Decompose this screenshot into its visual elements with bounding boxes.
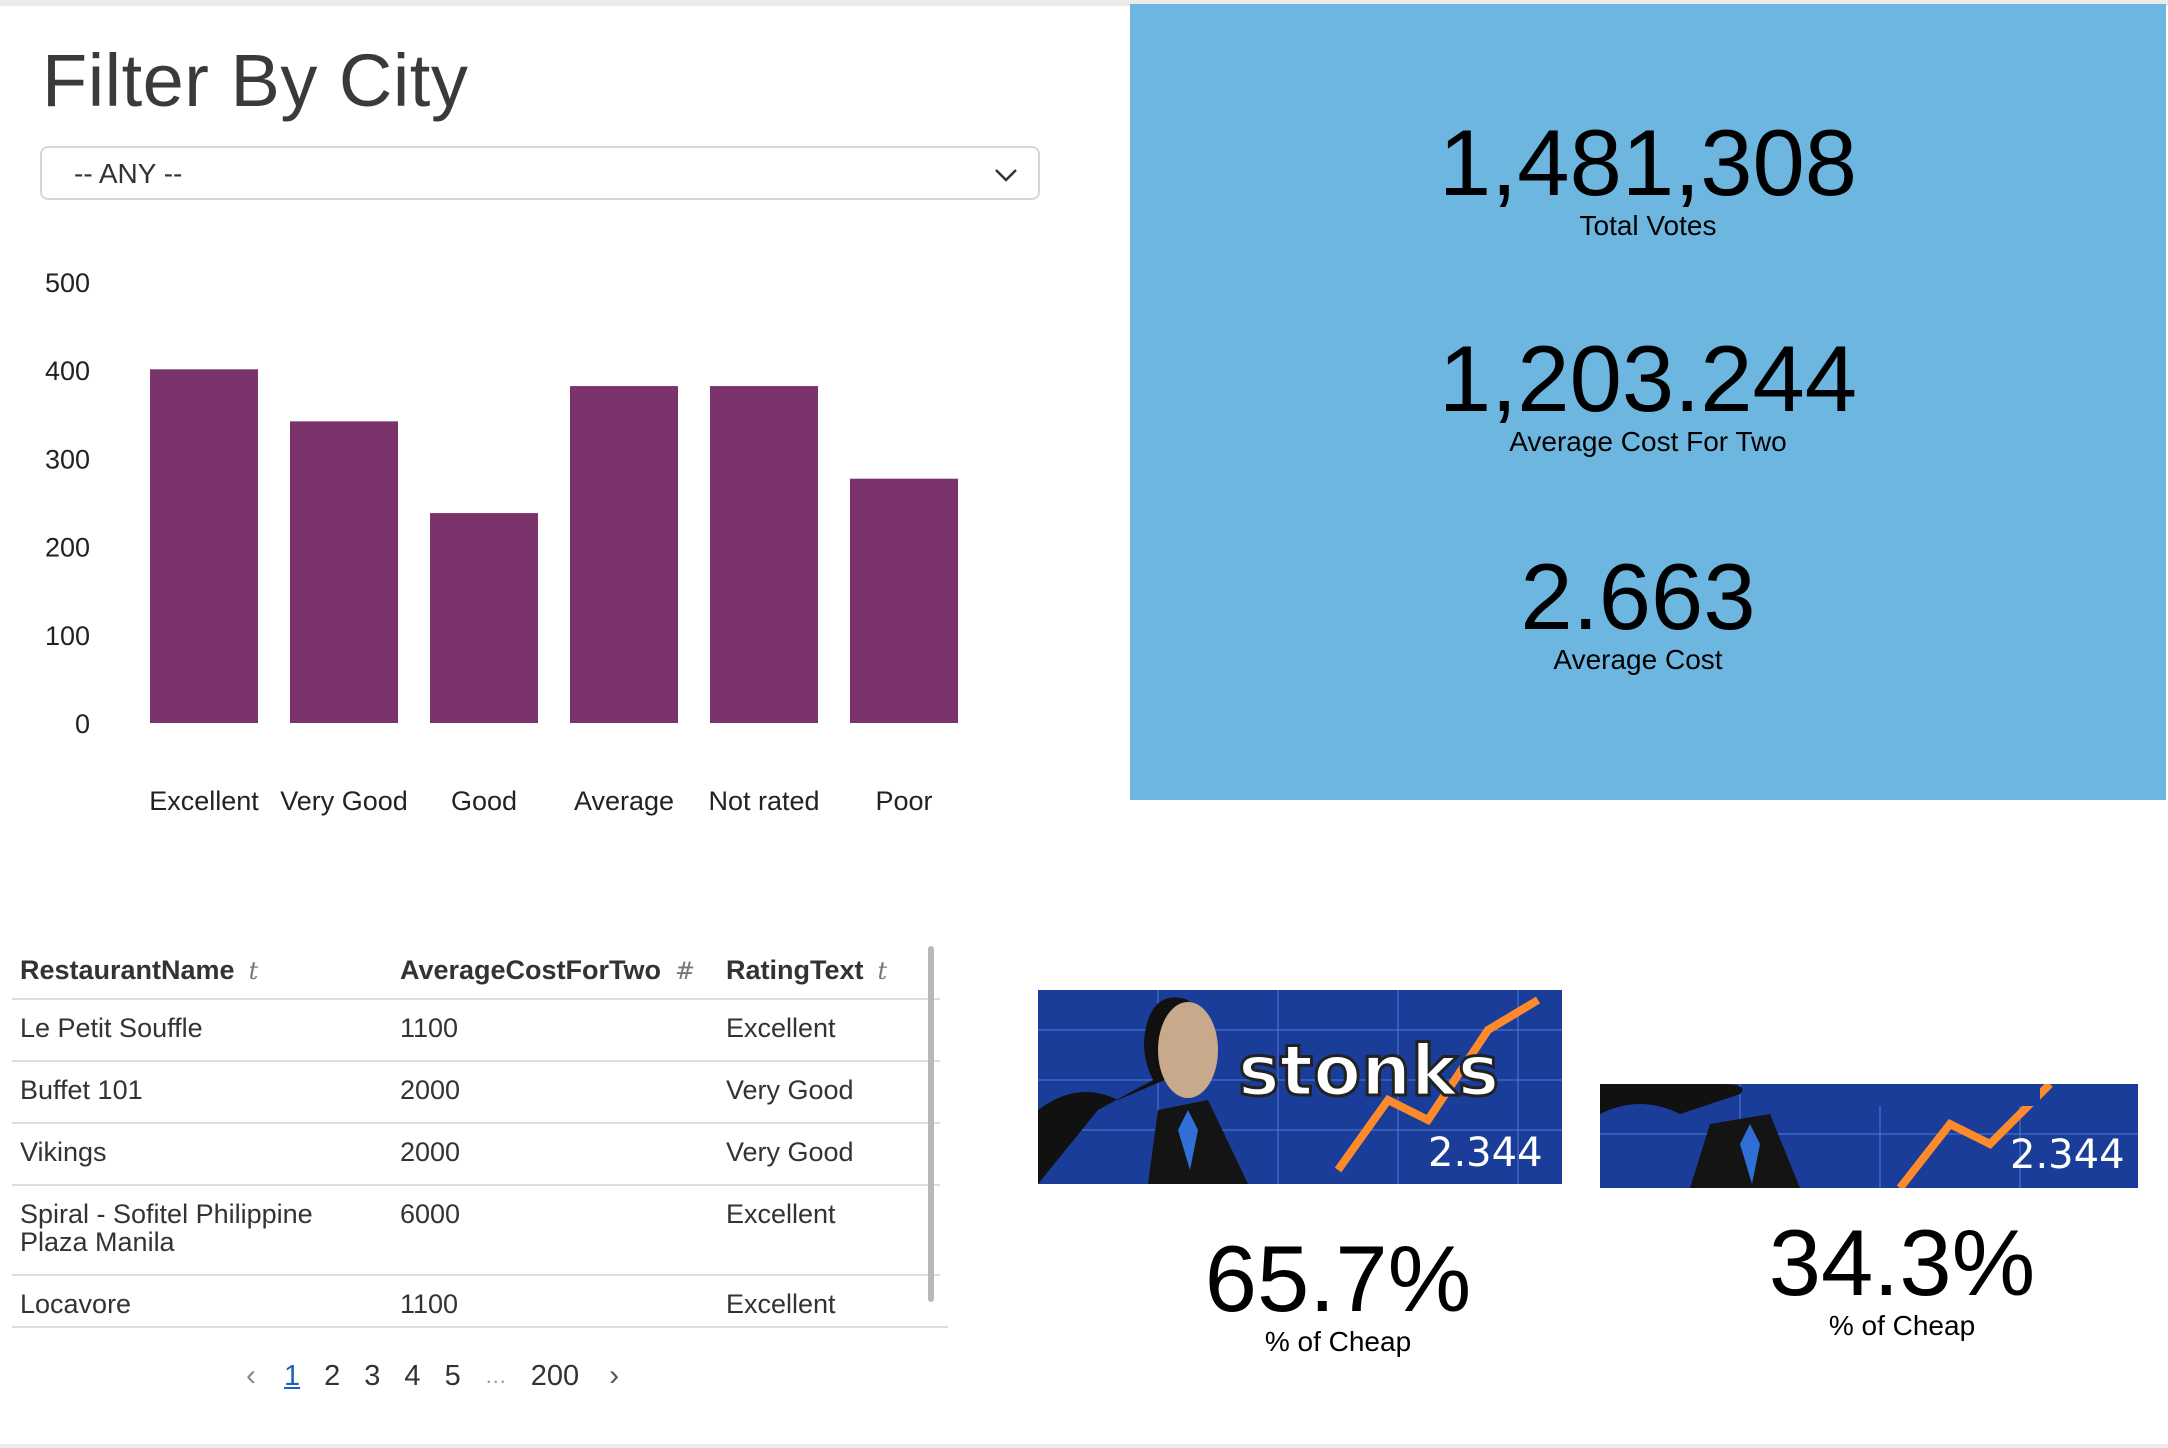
x-tick-label: Very Good <box>280 786 408 816</box>
cell-average-cost: 1100 <box>400 1013 459 1043</box>
table-row[interactable]: Locavore 1100 Excellent <box>12 1276 940 1326</box>
bar-very-good[interactable] <box>290 421 398 723</box>
restaurant-table: RestaurantName t AverageCostForTwo # Ratin… <box>12 942 940 1326</box>
stonks-caption: stonks <box>1236 1029 1500 1114</box>
page-link-200[interactable]: 200 <box>531 1360 579 1393</box>
cell-restaurant-name: Buffet 101 <box>20 1075 143 1105</box>
kpi-label: Average Cost <box>1553 644 1723 675</box>
percent-value: 65.7% <box>1204 1226 1472 1331</box>
bar-excellent[interactable] <box>150 369 258 723</box>
kpi-value: 1,481,308 <box>1438 110 1858 215</box>
cell-rating-text: Excellent <box>726 1199 836 1229</box>
cell-restaurant-name: Spiral - Sofitel Philippine Plaza Manila <box>20 1199 313 1257</box>
y-tick-label: 400 <box>45 356 90 386</box>
table-row[interactable]: Vikings 2000 Very Good <box>12 1124 940 1186</box>
column-header-average-cost[interactable]: AverageCostForTwo # <box>392 955 718 986</box>
y-tick-label: 0 <box>75 709 90 739</box>
x-tick-label: Not rated <box>708 786 819 816</box>
cell-restaurant-name: Locavore <box>20 1289 132 1319</box>
bar-average[interactable] <box>570 386 678 723</box>
bar-good[interactable] <box>430 513 538 723</box>
stonks-image-2: 2.344 <box>1600 1084 2138 1188</box>
x-tick-label: Poor <box>875 786 932 816</box>
kpi-panel: 1,481,308 Total Votes 1,203.244 Average … <box>1130 4 2166 800</box>
text-type-icon: t <box>877 956 888 985</box>
chevron-left-icon[interactable]: ‹ <box>246 1359 256 1393</box>
cell-rating-text: Very Good <box>726 1075 854 1105</box>
page-link-1[interactable]: 1 <box>284 1360 300 1393</box>
stonks-value-text: 2.344 <box>1428 1130 1543 1176</box>
kpi-average-cost: 2.663 Average Cost <box>1120 550 2156 676</box>
percent-label: % of Cheap <box>1264 1326 1412 1357</box>
cell-average-cost: 2000 <box>400 1137 461 1167</box>
cell-rating-text: Very Good <box>726 1137 854 1167</box>
page-link-5[interactable]: 5 <box>445 1360 461 1393</box>
page-link-2[interactable]: 2 <box>324 1360 340 1393</box>
bar-poor[interactable] <box>850 478 958 723</box>
cell-average-cost: 6000 <box>400 1199 461 1229</box>
kpi-value: 1,203.244 <box>1438 326 1858 431</box>
number-type-icon: # <box>675 956 696 985</box>
table-scrollbar[interactable] <box>928 946 934 1302</box>
bar-not-rated[interactable] <box>710 386 818 723</box>
cell-rating-text: Excellent <box>726 1013 836 1043</box>
table-row[interactable]: Le Petit Souffle 1100 Excellent <box>12 1000 940 1062</box>
chevron-right-icon[interactable]: › <box>609 1359 619 1393</box>
cell-restaurant-name: Vikings <box>20 1137 107 1167</box>
stonks-image-1: stonks 2.344 <box>1038 990 1562 1184</box>
chevron-down-icon <box>995 169 1017 182</box>
page-link-3[interactable]: 3 <box>364 1360 380 1393</box>
text-type-icon: t <box>248 956 259 985</box>
stonks-value-text: 2.344 <box>2010 1132 2125 1178</box>
percent-label: % of Cheap <box>1828 1310 1976 1341</box>
bottom-border <box>0 1444 2168 1448</box>
filter-title: Filter By City <box>42 39 469 122</box>
cheap-percent-1: 65.7% % of Cheap <box>1130 1232 1546 1358</box>
page-ellipsis: … <box>484 1363 507 1388</box>
x-tick-label: Good <box>451 786 517 816</box>
cell-average-cost: 1100 <box>400 1289 459 1319</box>
rating-bar-chart-svg: 0 100 200 300 400 500 Excellent Very Good Good Av… <box>45 268 958 816</box>
city-select-value: -- ANY -- <box>74 158 183 189</box>
percent-value: 34.3% <box>1768 1210 2036 1315</box>
table-bottom-border <box>12 1326 948 1328</box>
table-row[interactable]: Buffet 101 2000 Very Good <box>12 1062 940 1124</box>
cell-average-cost: 2000 <box>400 1075 461 1105</box>
city-select[interactable]: -- ANY -- <box>40 146 1040 200</box>
table-header: RestaurantName t AverageCostForTwo # Ratin… <box>12 942 940 1000</box>
rating-bar-chart: 0 100 200 300 400 500 Excellent Very Good Good Av… <box>0 250 1000 830</box>
y-tick-label: 500 <box>45 268 90 298</box>
cheap-percent-2: 34.3% % of Cheap <box>1694 1216 2110 1342</box>
x-tick-label: Average <box>574 786 674 816</box>
column-header-rating-text[interactable]: RatingText t <box>718 955 940 986</box>
kpi-total-votes: 1,481,308 Total Votes <box>1130 116 2166 242</box>
y-tick-label: 300 <box>45 444 90 474</box>
kpi-value: 2.663 <box>1520 544 1756 649</box>
column-header-restaurant-name[interactable]: RestaurantName t <box>12 955 392 986</box>
table-row[interactable]: Spiral - Sofitel Philippine Plaza Manila… <box>12 1186 940 1276</box>
kpi-label: Total Votes <box>1579 210 1717 241</box>
pagination: ‹ 1 2 3 4 5 … 200 › <box>246 1356 647 1396</box>
page-link-4[interactable]: 4 <box>404 1360 420 1393</box>
cell-restaurant-name: Le Petit Souffle <box>20 1013 203 1043</box>
kpi-label: Average Cost For Two <box>1509 426 1787 457</box>
y-tick-label: 100 <box>45 621 90 651</box>
y-tick-label: 200 <box>45 533 90 563</box>
cell-rating-text: Excellent <box>726 1289 836 1319</box>
kpi-average-cost-for-two: 1,203.244 Average Cost For Two <box>1130 332 2166 458</box>
x-tick-label: Excellent <box>149 786 259 816</box>
